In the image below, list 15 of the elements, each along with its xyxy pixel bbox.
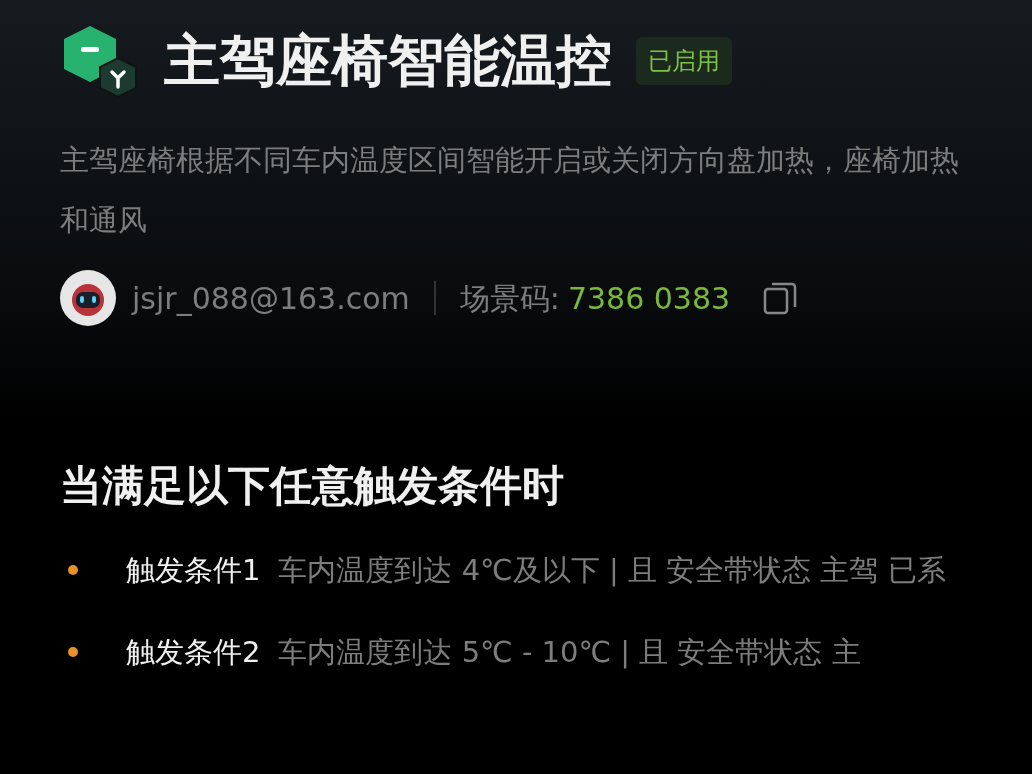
scene-code-label: 场景码: xyxy=(459,279,560,318)
condition-label: 触发条件1 xyxy=(126,553,261,587)
avatar-icon xyxy=(60,270,116,326)
status-badge: 已启用 xyxy=(636,37,732,85)
condition-label: 触发条件2 xyxy=(126,635,261,669)
condition-text: 车内温度到达 4℃及以下 | 且 安全带状态 主驾 已系 xyxy=(278,553,946,587)
section-heading: 当满足以下任意触发条件时 xyxy=(60,460,565,512)
bullet-icon xyxy=(68,565,78,575)
copy-icon[interactable] xyxy=(762,280,799,316)
scene-code: 7386 0383 xyxy=(567,279,731,318)
bullet-icon xyxy=(68,647,78,657)
scene-description: 主驾座椅根据不同车内温度区间智能开启或关闭方向盘加热，座椅加热和通风 xyxy=(60,142,960,239)
author-email: jsjr_088@163.com xyxy=(132,279,410,318)
scene-title: 主驾座椅智能温控 xyxy=(164,27,612,95)
condition-text: 车内温度到达 5℃ - 10℃ | 且 安全带状态 主 xyxy=(278,635,861,669)
